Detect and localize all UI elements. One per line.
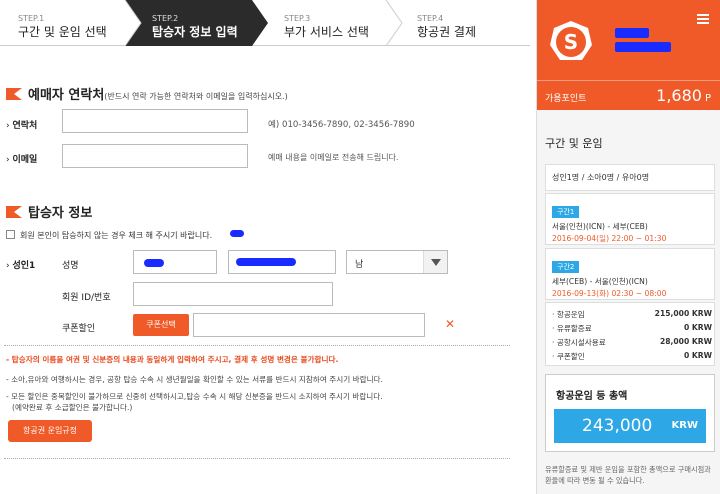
contact-note: (반드시 연락 가능한 연락처와 이메일을 입력하십시오.) [104,92,288,101]
gender-select[interactable]: 남 [346,250,448,274]
fare-breakdown-card: · 항공운임 215,000 KRW · 유류할증료 0 KRW · 공항시설사용료… [545,302,715,366]
booking-summary-sidebar: S 가용포인트 1,680 P 구간 및 운임 성인1명 / 소아0명 / 유아0… [536,0,720,494]
phone-hint: 예) 010-3456-7890, 02-3456-7890 [268,120,415,130]
step-2[interactable]: STEP.2 탑승자 정보 입력 [134,0,238,46]
close-icon[interactable]: ✕ [445,317,455,331]
step-3[interactable]: STEP.3 부가 서비스 선택 [266,0,369,46]
total-currency: KRW [671,420,698,431]
fare-value: 0 KRW [683,351,712,360]
segment-date: 2016-09-13(화) 02:30 ~ 08:00 [552,289,667,298]
phone-input[interactable] [62,109,248,133]
fare-label: · 쿠폰할인 [552,352,585,361]
fare-row: · 쿠폰할인 0 KRW [552,351,712,362]
segment-date: 2016-09-04(일) 22:00 ~ 01:30 [552,234,667,243]
svg-text:S: S [564,30,578,54]
member-id-label: 회원 ID/번호 [62,293,111,303]
redaction-mark [236,258,296,266]
fare-row: · 항공운임 215,000 KRW [552,309,712,320]
step-4-number: STEP.4 [417,14,444,23]
fare-label: · 항공운임 [552,310,585,319]
fare-summary-heading: 구간 및 운임 [545,137,603,150]
section-flag-icon [6,206,22,218]
segment-badge: 구간2 [552,261,580,273]
chevron-down-icon [423,251,447,273]
fare-row: · 유류할증료 0 KRW [552,323,712,334]
email-input[interactable] [62,144,248,168]
points-label: 가용포인트 [545,94,587,104]
not-member-checkbox-label: 회원 본인이 탑승하지 않는 경우 체크 해 주시기 바랍니다. [20,231,213,240]
pax-summary-card: 성인1명 / 소아0명 / 유아0명 [545,164,715,191]
brand-logo-icon: S [550,21,592,60]
redaction-mark [615,42,671,52]
section-flag-icon [6,88,22,100]
step-2-number: STEP.2 [152,14,179,23]
coupon-input[interactable] [193,313,425,337]
pax-summary: 성인1명 / 소아0명 / 유아0명 [552,173,650,182]
step-3-number: STEP.3 [284,14,311,23]
step-3-label: 부가 서비스 선택 [284,25,369,39]
member-id-input[interactable] [133,282,333,306]
total-note: 유류할증료 및 제반 운임을 포함한 총액으로 구매시점과 환율에 따라 변동 … [545,465,711,485]
phone-label: › 연락처 [6,121,38,131]
coupon-label: 쿠폰할인 [62,324,96,334]
step-4-label: 항공권 결제 [417,25,477,39]
divider [4,458,510,459]
fare-value: 0 KRW [683,323,712,332]
fare-label: · 유류할증료 [552,324,592,333]
fare-rules-button[interactable]: 항공권 운임규정 [8,420,92,442]
passenger-title: 탑승자 정보 [28,206,93,221]
notice-children: - 소아,유아와 여행하시는 경우, 공항 탑승 수속 시 생년월일을 확인할 … [6,375,383,384]
segment-badge: 구간1 [552,206,580,218]
total-value-bar: 243,000 KRW [554,409,706,443]
adult-label: › 성인1 [6,261,36,271]
name-label: 성명 [62,261,79,271]
redaction-mark [230,230,244,237]
booking-page: STEP.1 구간 및 운임 선택 STEP.2 탑승자 정보 입력 STEP.… [0,0,720,494]
divider [4,345,510,346]
step-4[interactable]: STEP.4 항공권 결제 [399,0,476,46]
user-header: S 가용포인트 1,680 P [537,0,720,110]
total-label: 항공운임 등 총액 [556,391,628,402]
step-1[interactable]: STEP.1 구간 및 운임 선택 [0,0,107,46]
segment-card-1: 구간1 서울(인천)(ICN) - 세부(CEB) 2016-09-04(일) … [545,193,715,245]
notice-discount: - 모든 할인은 중복할인이 불가하므로 신중히 선택하시고,탑승 수속 시 해… [6,392,383,401]
points-bar: 가용포인트 1,680 P [537,80,720,110]
notice-name-change: - 탑승자의 이름을 여권 및 신분증의 내용과 동일하게 입력하여 주시고, … [6,355,339,364]
fare-row: · 공항시설사용료 28,000 KRW [552,337,712,348]
points-value: 1,680 [656,86,702,105]
not-member-checkbox[interactable] [6,230,15,239]
passenger-section-title: 탑승자 정보 [6,202,92,221]
redaction-mark [144,259,164,267]
points-unit: P [704,93,711,104]
total-fare-box: 항공운임 등 총액 243,000 KRW [545,374,715,452]
redaction-mark [615,28,649,38]
notice-discount-retro: (예약완료 후 소급할인은 불가합니다.) [12,403,133,412]
hamburger-menu-icon[interactable] [697,14,709,24]
segment-route: 세부(CEB) - 서울(인천)(ICN) [552,277,648,286]
step-1-number: STEP.1 [18,14,45,23]
points-value-wrap: 1,680 P [656,86,711,105]
step-2-label: 탑승자 정보 입력 [152,25,238,39]
fare-value: 28,000 KRW [659,337,712,346]
total-value: 243,000 [582,416,653,436]
step-1-label: 구간 및 운임 선택 [18,25,107,39]
segment-card-2: 구간2 세부(CEB) - 서울(인천)(ICN) 2016-09-13(화) … [545,248,715,300]
gender-value: 남 [355,260,364,270]
coupon-select-button[interactable]: 쿠폰선택 [133,314,189,336]
contact-title: 예매자 연락처 [28,88,105,103]
fare-value: 215,000 KRW [654,309,712,318]
email-hint: 예매 내용을 이메일로 전송해 드립니다. [268,153,399,162]
email-label: › 이메일 [6,155,38,165]
segment-route: 서울(인천)(ICN) - 세부(CEB) [552,222,648,231]
contact-section-title: 예매자 연락처(반드시 연락 가능한 연락처와 이메일을 입력하십시오.) [6,84,288,103]
step-progress-bar: STEP.1 구간 및 운임 선택 STEP.2 탑승자 정보 입력 STEP.… [0,0,530,46]
fare-label: · 공항시설사용료 [552,338,606,347]
